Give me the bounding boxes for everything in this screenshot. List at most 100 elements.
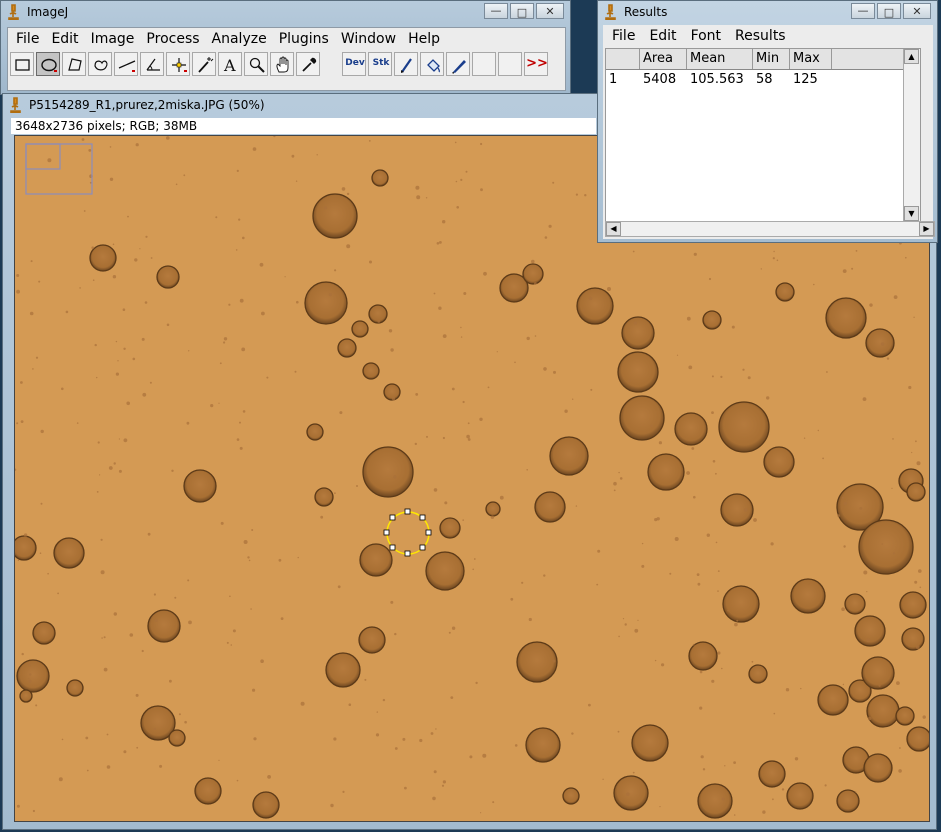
maximize-button[interactable]: □ bbox=[510, 3, 534, 19]
results-window: Results — □ ✕ File Edit Font Results Area Me… bbox=[597, 0, 938, 243]
column-header[interactable]: Mean bbox=[687, 49, 753, 69]
scroll-up-arrow-icon[interactable]: ▲ bbox=[904, 49, 919, 64]
horizontal-scrollbar[interactable]: ◀ ▶ bbox=[605, 221, 935, 237]
text-tool[interactable]: A bbox=[218, 52, 242, 76]
results-menu-edit[interactable]: Edit bbox=[642, 25, 683, 47]
polygon-tool[interactable] bbox=[62, 52, 86, 76]
speckle bbox=[715, 472, 717, 475]
imagej-menu-help[interactable]: Help bbox=[402, 28, 446, 50]
speckle bbox=[699, 706, 703, 710]
speckle bbox=[436, 242, 440, 245]
spheroid bbox=[617, 351, 659, 393]
oval-tool[interactable] bbox=[36, 52, 60, 76]
minimize-button[interactable]: — bbox=[484, 3, 508, 19]
speckle bbox=[58, 777, 63, 782]
speckle bbox=[854, 791, 857, 793]
speckle bbox=[654, 518, 658, 522]
speckle bbox=[252, 688, 256, 692]
vertical-scrollbar[interactable]: ▲ ▼ bbox=[903, 49, 920, 221]
dev-tool[interactable]: Dev bbox=[342, 52, 366, 76]
dropper-tool[interactable] bbox=[296, 52, 320, 76]
imagej-menu-process[interactable]: Process bbox=[140, 28, 205, 50]
empty-tool-slot-2[interactable] bbox=[498, 52, 522, 76]
speckle bbox=[223, 337, 228, 341]
column-header[interactable] bbox=[606, 49, 640, 69]
speckle bbox=[266, 376, 269, 379]
speckle bbox=[688, 365, 693, 370]
column-header[interactable]: Area bbox=[640, 49, 687, 69]
brush-tool[interactable] bbox=[394, 52, 418, 76]
speckle bbox=[760, 268, 762, 270]
speckle bbox=[247, 556, 250, 559]
more-tools-button[interactable]: >> bbox=[524, 52, 548, 76]
spheroid bbox=[194, 777, 222, 805]
stk-tool[interactable]: Stk bbox=[368, 52, 392, 76]
results-minimize-button[interactable]: — bbox=[851, 3, 875, 19]
imagej-menu-analyze[interactable]: Analyze bbox=[206, 28, 273, 50]
speckle bbox=[896, 681, 900, 685]
flood-fill-tool[interactable] bbox=[420, 52, 444, 76]
results-titlebar[interactable]: Results — □ ✕ bbox=[598, 1, 937, 23]
speckle bbox=[444, 501, 448, 505]
table-row[interactable]: 1 5408 105.563 58 125 bbox=[606, 70, 920, 90]
speckle bbox=[863, 570, 868, 575]
navigator-overlay[interactable] bbox=[25, 143, 93, 195]
speckle bbox=[711, 375, 714, 378]
spheroid bbox=[32, 621, 56, 645]
speckle bbox=[531, 259, 535, 264]
speckle bbox=[38, 280, 41, 283]
speckle bbox=[499, 495, 504, 500]
results-close-button[interactable]: ✕ bbox=[903, 3, 931, 19]
line-tool[interactable] bbox=[114, 52, 138, 76]
speckle bbox=[337, 585, 341, 589]
speckle bbox=[526, 336, 530, 341]
speckle bbox=[733, 761, 736, 764]
speckle bbox=[708, 277, 712, 281]
speckle bbox=[700, 755, 704, 759]
speckle bbox=[404, 786, 407, 790]
imagej-menu-plugins[interactable]: Plugins bbox=[273, 28, 335, 50]
pencil-tool[interactable] bbox=[446, 52, 470, 76]
imagej-titlebar[interactable]: ImageJ — □ ✕ bbox=[1, 1, 570, 23]
imagej-menu-edit[interactable]: Edit bbox=[45, 28, 84, 50]
spheroid bbox=[306, 423, 324, 441]
speckle bbox=[855, 250, 858, 252]
column-header[interactable]: Min bbox=[753, 49, 790, 69]
results-menu-font[interactable]: Font bbox=[684, 25, 728, 47]
imagej-menu-image[interactable]: Image bbox=[85, 28, 141, 50]
wand-tool[interactable] bbox=[192, 52, 216, 76]
speckle bbox=[100, 538, 103, 541]
oval-selection-roi[interactable] bbox=[383, 508, 432, 557]
scroll-down-arrow-icon[interactable]: ▼ bbox=[904, 206, 919, 221]
results-maximize-button[interactable]: □ bbox=[877, 3, 901, 19]
speckle bbox=[919, 586, 922, 589]
results-table[interactable]: Area Mean Min Max 1 5408 105.563 58 125 ▲ ▼ bbox=[605, 48, 921, 222]
speckle bbox=[479, 417, 483, 421]
speckle bbox=[342, 790, 345, 794]
speckle bbox=[575, 505, 578, 507]
imagej-menu-file[interactable]: File bbox=[10, 28, 45, 50]
angle-tool[interactable] bbox=[140, 52, 164, 76]
speckle bbox=[734, 622, 738, 627]
column-header[interactable]: Max bbox=[790, 49, 832, 69]
speckle bbox=[346, 244, 351, 249]
speckle bbox=[32, 368, 34, 370]
speckle bbox=[108, 466, 113, 470]
freehand-tool[interactable] bbox=[88, 52, 112, 76]
imagej-menu-window[interactable]: Window bbox=[335, 28, 402, 50]
speckle bbox=[466, 434, 470, 439]
speckle bbox=[300, 701, 305, 706]
rectangle-tool[interactable] bbox=[10, 52, 34, 76]
point-tool[interactable] bbox=[166, 52, 190, 76]
scroll-left-arrow-icon[interactable]: ◀ bbox=[606, 222, 621, 236]
speckle bbox=[149, 381, 152, 384]
close-button[interactable]: ✕ bbox=[536, 3, 564, 19]
scroll-right-arrow-icon[interactable]: ▶ bbox=[919, 222, 934, 236]
dev-label: Dev bbox=[345, 58, 365, 68]
results-menu-results[interactable]: Results bbox=[728, 25, 793, 47]
zoom-tool[interactable] bbox=[244, 52, 268, 76]
hand-tool[interactable] bbox=[270, 52, 294, 76]
empty-tool-slot-1[interactable] bbox=[472, 52, 496, 76]
spheroid bbox=[325, 652, 361, 688]
results-menu-file[interactable]: File bbox=[605, 25, 642, 47]
